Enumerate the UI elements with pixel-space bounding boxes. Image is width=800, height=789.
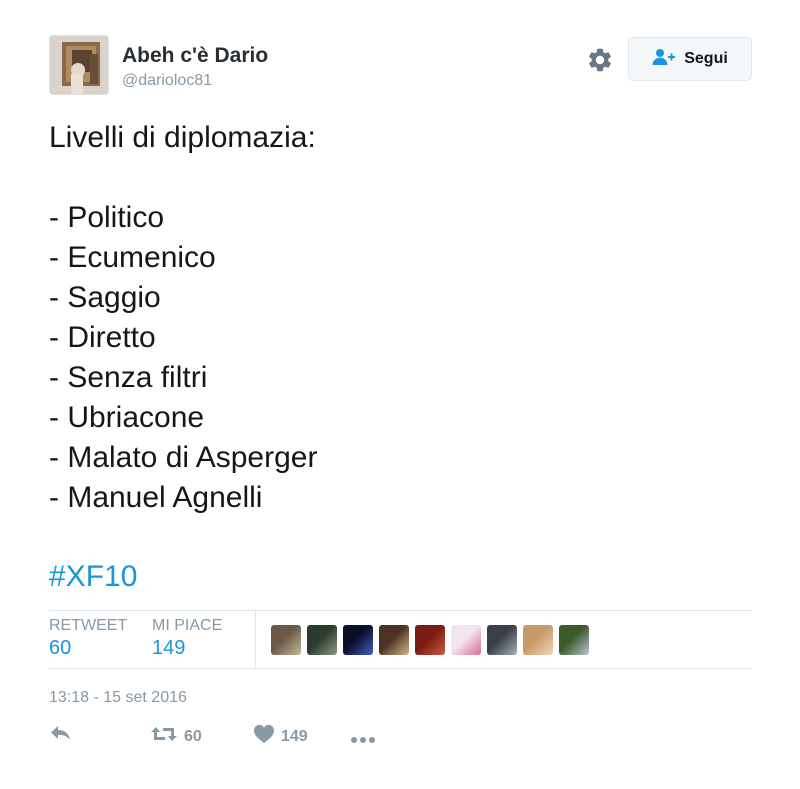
liker-avatar[interactable]	[379, 625, 409, 655]
like-count: 149	[281, 727, 308, 745]
liker-avatar[interactable]	[307, 625, 337, 655]
liker-avatar[interactable]	[343, 625, 373, 655]
reply-icon	[50, 724, 72, 747]
tweet: Abeh c'è Dario @darioloc81 Segui Livelli…	[0, 0, 800, 789]
retweet-icon	[150, 724, 178, 749]
tweet-heading: Livelli di diplomazia:	[49, 121, 316, 154]
like-stat-label: MI PIACE	[152, 617, 223, 634]
tweet-timestamp[interactable]: 13:18 - 15 set 2016	[49, 689, 187, 707]
liker-avatar[interactable]	[559, 625, 589, 655]
like-stat-count: 149	[152, 637, 186, 659]
display-name[interactable]: Abeh c'è Dario	[122, 44, 268, 68]
stats-divider	[255, 611, 256, 668]
list-item: - Politico	[49, 201, 165, 234]
follow-button[interactable]: Segui	[628, 37, 752, 81]
username-handle[interactable]: @darioloc81	[122, 72, 212, 90]
retweet-button[interactable]: 60	[150, 724, 202, 749]
divider	[49, 668, 752, 669]
likers-avatars	[271, 625, 589, 655]
list-item: - Malato di Asperger	[49, 441, 318, 474]
list-item: - Senza filtri	[49, 361, 208, 394]
add-user-icon	[652, 48, 676, 71]
like-button[interactable]: 149	[253, 724, 308, 749]
divider	[49, 610, 752, 611]
retweet-stat-label: RETWEET	[49, 617, 128, 634]
liker-avatar[interactable]	[487, 625, 517, 655]
list-item: - Ubriacone	[49, 401, 205, 434]
liker-avatar[interactable]	[523, 625, 553, 655]
list-item: - Ecumenico	[49, 241, 216, 274]
list-item: - Manuel Agnelli	[49, 481, 263, 514]
follow-button-label: Segui	[684, 50, 728, 67]
reply-button[interactable]	[50, 724, 72, 747]
more-button[interactable]	[350, 731, 376, 749]
avatar[interactable]	[49, 35, 109, 95]
list-item: - Diretto	[49, 321, 156, 354]
more-icon	[350, 731, 376, 749]
liker-avatar[interactable]	[271, 625, 301, 655]
hashtag-link[interactable]: #XF10	[49, 557, 137, 597]
list-item: - Saggio	[49, 281, 161, 314]
liker-avatar[interactable]	[451, 625, 481, 655]
retweet-count: 60	[184, 727, 202, 745]
retweet-stat[interactable]: RETWEET 60	[49, 617, 127, 661]
avatar-image	[50, 36, 108, 94]
like-stat[interactable]: MI PIACE 149	[152, 617, 222, 661]
tweet-text: Livelli di diplomazia: - Politico - Ecum…	[49, 118, 749, 518]
liker-avatar[interactable]	[415, 625, 445, 655]
gear-icon[interactable]	[586, 46, 614, 74]
heart-icon	[253, 724, 275, 749]
retweet-stat-count: 60	[49, 637, 72, 659]
